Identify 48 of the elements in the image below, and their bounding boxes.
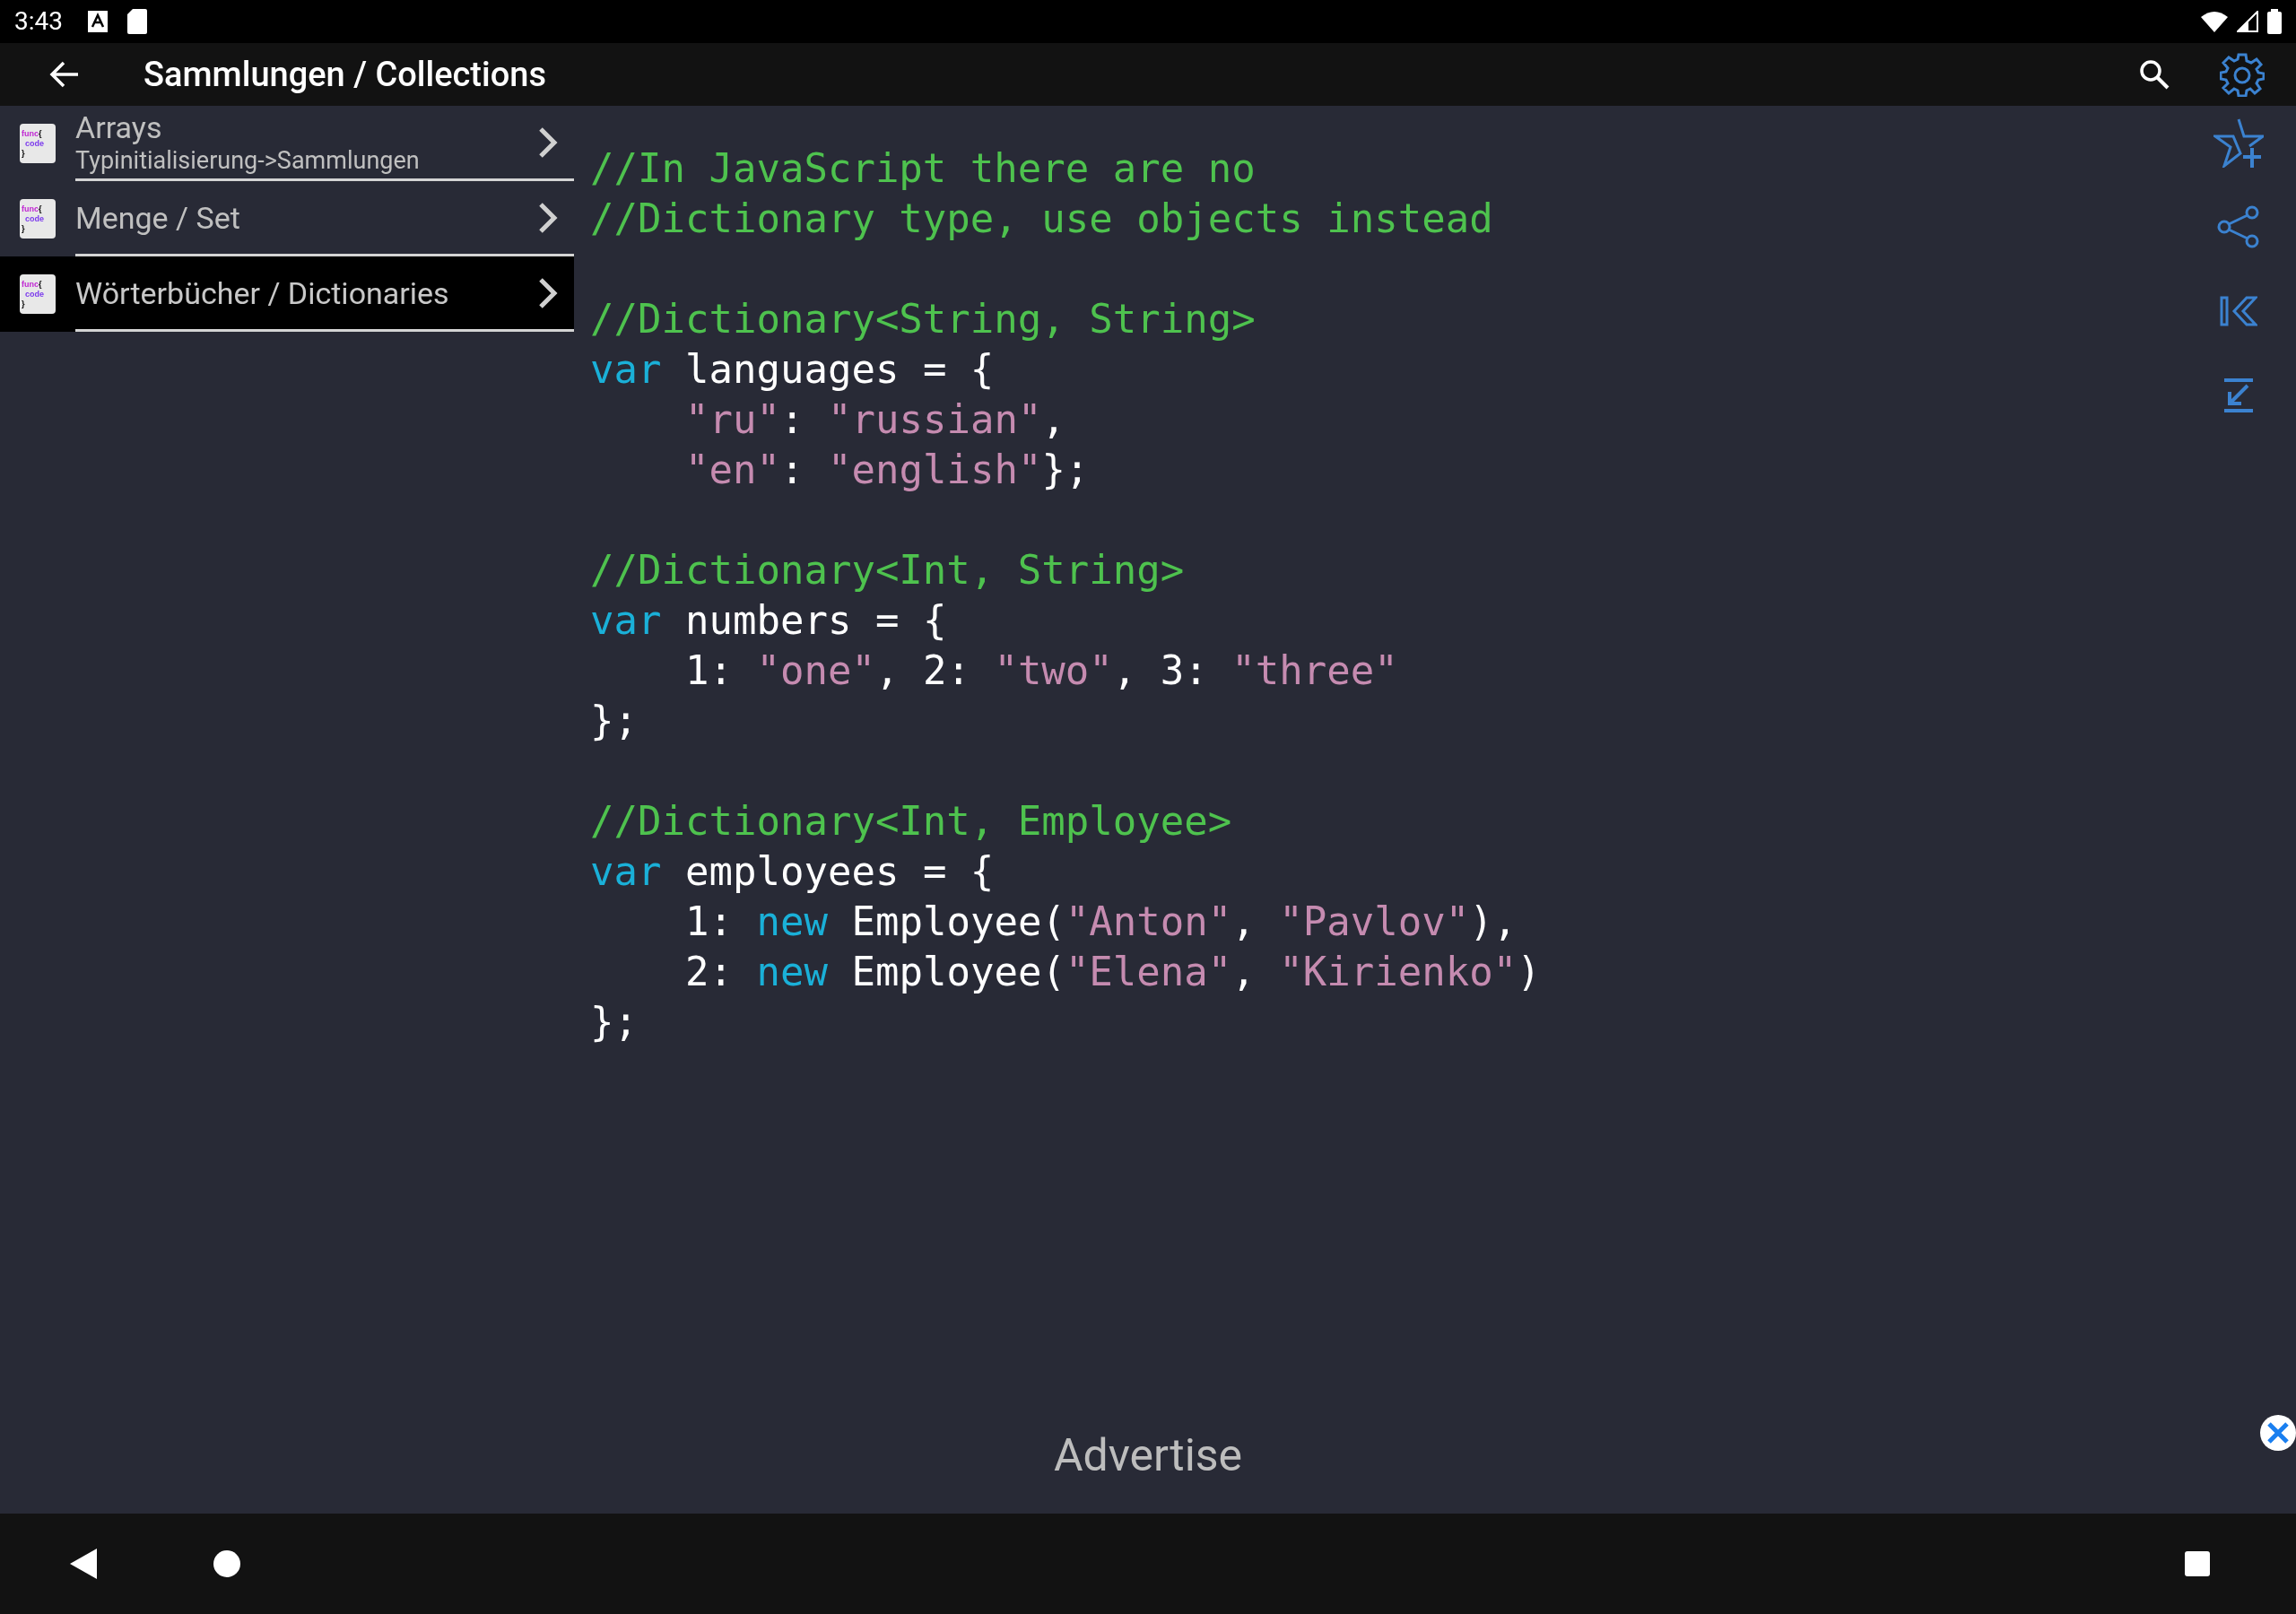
triangle-left-icon	[70, 1549, 97, 1579]
topic-title: Wörterbücher / Dictionaries	[75, 274, 450, 311]
search-icon	[2139, 59, 2170, 90]
topic-title: Arrays	[75, 108, 163, 145]
ad-label: Advertise	[1053, 1427, 1243, 1483]
code-line: 1: new Employee("Anton", "Pavlov"),	[684, 898, 1518, 946]
code-line: 1: "one", 2: "two", 3: "three"	[684, 646, 1398, 695]
skip-to-start-icon	[2220, 296, 2257, 326]
close-icon	[2266, 1421, 2290, 1445]
code-line: //In JavaScript there are no	[590, 144, 1256, 193]
app-title: Sammlungen / Collections	[144, 53, 546, 96]
code-file-icon: func{ code }	[20, 124, 56, 163]
code-line: 2: new Employee("Elena", "Kirienko")	[684, 948, 1541, 996]
notification-icon	[88, 11, 108, 32]
close-ad-button[interactable]	[2260, 1415, 2296, 1451]
nav-back-button[interactable]	[70, 1549, 99, 1579]
status-time: 3:43	[14, 5, 63, 38]
code-line: //Dictionary<Int, String>	[590, 546, 1185, 594]
code-line: //Dictionary<Int, Employee>	[590, 797, 1232, 846]
code-line: //Dictionary<String, String>	[590, 295, 1256, 343]
arrow-down-left-icon	[2222, 377, 2255, 413]
code-file-icon: func{ code }	[20, 199, 56, 239]
chevron-right-icon	[538, 201, 558, 234]
code-line: var numbers = {	[590, 596, 947, 645]
wifi-icon	[2201, 11, 2228, 32]
code-line: };	[590, 697, 638, 745]
code-file-icon: func{ code }	[20, 274, 56, 314]
settings-button[interactable]	[2219, 51, 2266, 98]
back-arrow-icon	[49, 61, 80, 88]
topic-subtitle: Typinitialisierung->Sammlungen	[75, 144, 421, 176]
battery-icon	[2267, 9, 2282, 34]
code-line: var employees = {	[590, 847, 995, 896]
code-line: "ru": "russian",	[684, 395, 1065, 444]
sd-card-icon	[127, 9, 147, 34]
star-plus-icon	[2213, 117, 2264, 168]
code-line: "en": "english"};	[684, 446, 1090, 494]
settings-icon	[2220, 52, 2265, 97]
chevron-right-icon	[538, 276, 558, 309]
add-favorite-button[interactable]	[2213, 117, 2265, 169]
code-line: };	[590, 998, 638, 1046]
code-line: //Dictionary type, use objects instead	[590, 195, 1493, 243]
share-icon	[2217, 205, 2260, 248]
signal-icon	[2237, 11, 2258, 32]
chevron-right-icon	[538, 126, 558, 159]
topic-title: Menge / Set	[75, 199, 241, 236]
code-line: var languages = {	[590, 345, 995, 394]
topic-item[interactable]: func{ code } Wörterbücher / Dictionaries	[0, 256, 574, 332]
nav-home-button[interactable]	[213, 1550, 240, 1577]
